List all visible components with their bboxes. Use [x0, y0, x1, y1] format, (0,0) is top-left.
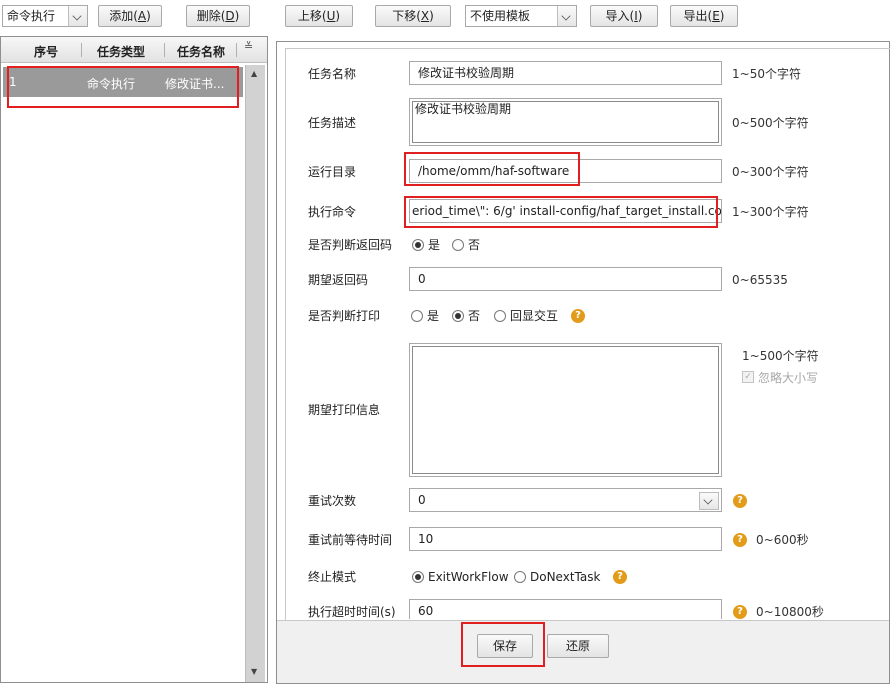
help-icon[interactable]: ?	[733, 494, 747, 508]
task-desc-text: 修改证书校验周期	[412, 101, 719, 143]
scroll-up-icon[interactable]: ▲	[251, 69, 257, 78]
exec-timeout-hint: 0~10800秒	[756, 605, 824, 619]
expected-return-hint: 0~65535	[732, 273, 788, 287]
delete-button[interactable]: 删除(D)	[186, 5, 250, 27]
task-list-scrollbar[interactable]: ▲ ▼	[245, 65, 265, 682]
judge-print-no-radio[interactable]	[452, 310, 464, 322]
task-name-hint: 1~50个字符	[732, 67, 801, 81]
exec-timeout-input[interactable]: 60	[409, 599, 722, 619]
judge-print-label: 是否判断打印	[308, 309, 381, 323]
task-desc-label: 任务描述	[308, 116, 357, 130]
judge-return-yes-radio[interactable]	[412, 239, 424, 251]
run-dir-hint: 0~300个字符	[732, 165, 809, 179]
stop-mode-exit-radio[interactable]	[412, 571, 424, 583]
restore-button[interactable]: 还原	[547, 634, 609, 658]
ignore-case-checkbox[interactable]: ✓	[742, 371, 754, 383]
table-row[interactable]: 1 命令执行 修改证书...	[3, 67, 243, 97]
judge-return-yes-label: 是	[428, 238, 441, 252]
exec-cmd-hint: 1~300个字符	[732, 205, 809, 219]
chevron-down-icon[interactable]	[557, 6, 576, 26]
judge-return-label: 是否判断返回码	[308, 238, 393, 252]
task-list-header: 序号 任务类型 任务名称 ≚	[1, 37, 267, 63]
chevron-down-icon[interactable]	[699, 492, 719, 510]
header-type: 任务类型	[97, 45, 146, 59]
exec-timeout-label: 执行超时时间(s)	[308, 605, 396, 619]
row-name: 修改证书...	[165, 77, 225, 91]
help-icon[interactable]: ?	[733, 605, 747, 619]
judge-print-interactive-radio[interactable]	[494, 310, 506, 322]
retry-count-select[interactable]: 0	[409, 488, 722, 512]
row-index: 1	[9, 75, 17, 89]
template-value: 不使用模板	[470, 9, 531, 23]
expected-print-hint: 1~500个字符	[742, 349, 819, 363]
expected-return-label: 期望返回码	[308, 273, 369, 287]
expected-print-textarea[interactable]	[409, 343, 722, 477]
task-type-select[interactable]: 命令执行	[2, 5, 88, 27]
retry-wait-label: 重试前等待时间	[308, 533, 393, 547]
header-name: 任务名称	[177, 45, 226, 59]
task-type-value: 命令执行	[7, 9, 56, 23]
import-button[interactable]: 导入(I)	[590, 5, 658, 27]
column-chooser-icon[interactable]: ≚	[244, 40, 253, 53]
add-button[interactable]: 添加(A)	[98, 5, 162, 27]
stop-mode-exit-label: ExitWorkFlow	[428, 570, 509, 584]
stop-mode-next-radio[interactable]	[514, 571, 526, 583]
exec-timeout-row: 执行超时时间(s) 60 ? 0~10800秒	[277, 598, 889, 619]
save-button[interactable]: 保存	[477, 634, 533, 658]
judge-print-yes-radio[interactable]	[411, 310, 423, 322]
retry-count-value: 0	[418, 493, 426, 507]
task-list-panel: 序号 任务类型 任务名称 ≚ 1 命令执行 修改证书... ▲ ▼	[0, 36, 268, 683]
task-name-label: 任务名称	[308, 67, 357, 81]
chevron-down-icon[interactable]	[68, 6, 87, 26]
export-button[interactable]: 导出(E)	[670, 5, 738, 27]
retry-wait-input[interactable]: 10	[409, 527, 722, 551]
header-index: 序号	[34, 45, 59, 59]
run-dir-label: 运行目录	[308, 165, 357, 179]
expected-print-text	[412, 346, 719, 474]
expected-print-label: 期望打印信息	[308, 403, 381, 417]
scroll-down-icon[interactable]: ▼	[251, 667, 257, 676]
template-select[interactable]: 不使用模板	[465, 5, 577, 27]
move-up-button[interactable]: 上移(U)	[285, 5, 353, 27]
help-icon[interactable]: ?	[571, 309, 585, 323]
expected-return-input[interactable]: 0	[409, 267, 722, 291]
task-name-input[interactable]: 修改证书校验周期	[409, 61, 722, 85]
help-icon[interactable]: ?	[613, 570, 627, 584]
judge-return-no-radio[interactable]	[452, 239, 464, 251]
judge-print-yes-label: 是	[427, 309, 440, 323]
retry-count-label: 重试次数	[308, 494, 357, 508]
stop-mode-label: 终止模式	[308, 570, 357, 584]
row-type: 命令执行	[87, 77, 136, 91]
judge-print-no-label: 否	[468, 309, 481, 323]
exec-cmd-input[interactable]: eriod_time\": 6/g' install-config/haf_ta…	[409, 199, 722, 223]
run-dir-input[interactable]: /home/omm/haf-software	[409, 159, 722, 183]
task-desc-textarea[interactable]: 修改证书校验周期	[409, 98, 722, 146]
stop-mode-next-label: DoNextTask	[530, 570, 601, 584]
help-icon[interactable]: ?	[733, 533, 747, 547]
ignore-case-label: 忽略大小写	[758, 371, 819, 385]
judge-print-interactive-label: 回显交互	[510, 309, 559, 323]
task-desc-hint: 0~500个字符	[732, 116, 809, 130]
move-down-button[interactable]: 下移(X)	[375, 5, 451, 27]
exec-cmd-label: 执行命令	[308, 205, 357, 219]
judge-return-no-label: 否	[468, 238, 481, 252]
retry-wait-hint: 0~600秒	[756, 533, 809, 547]
